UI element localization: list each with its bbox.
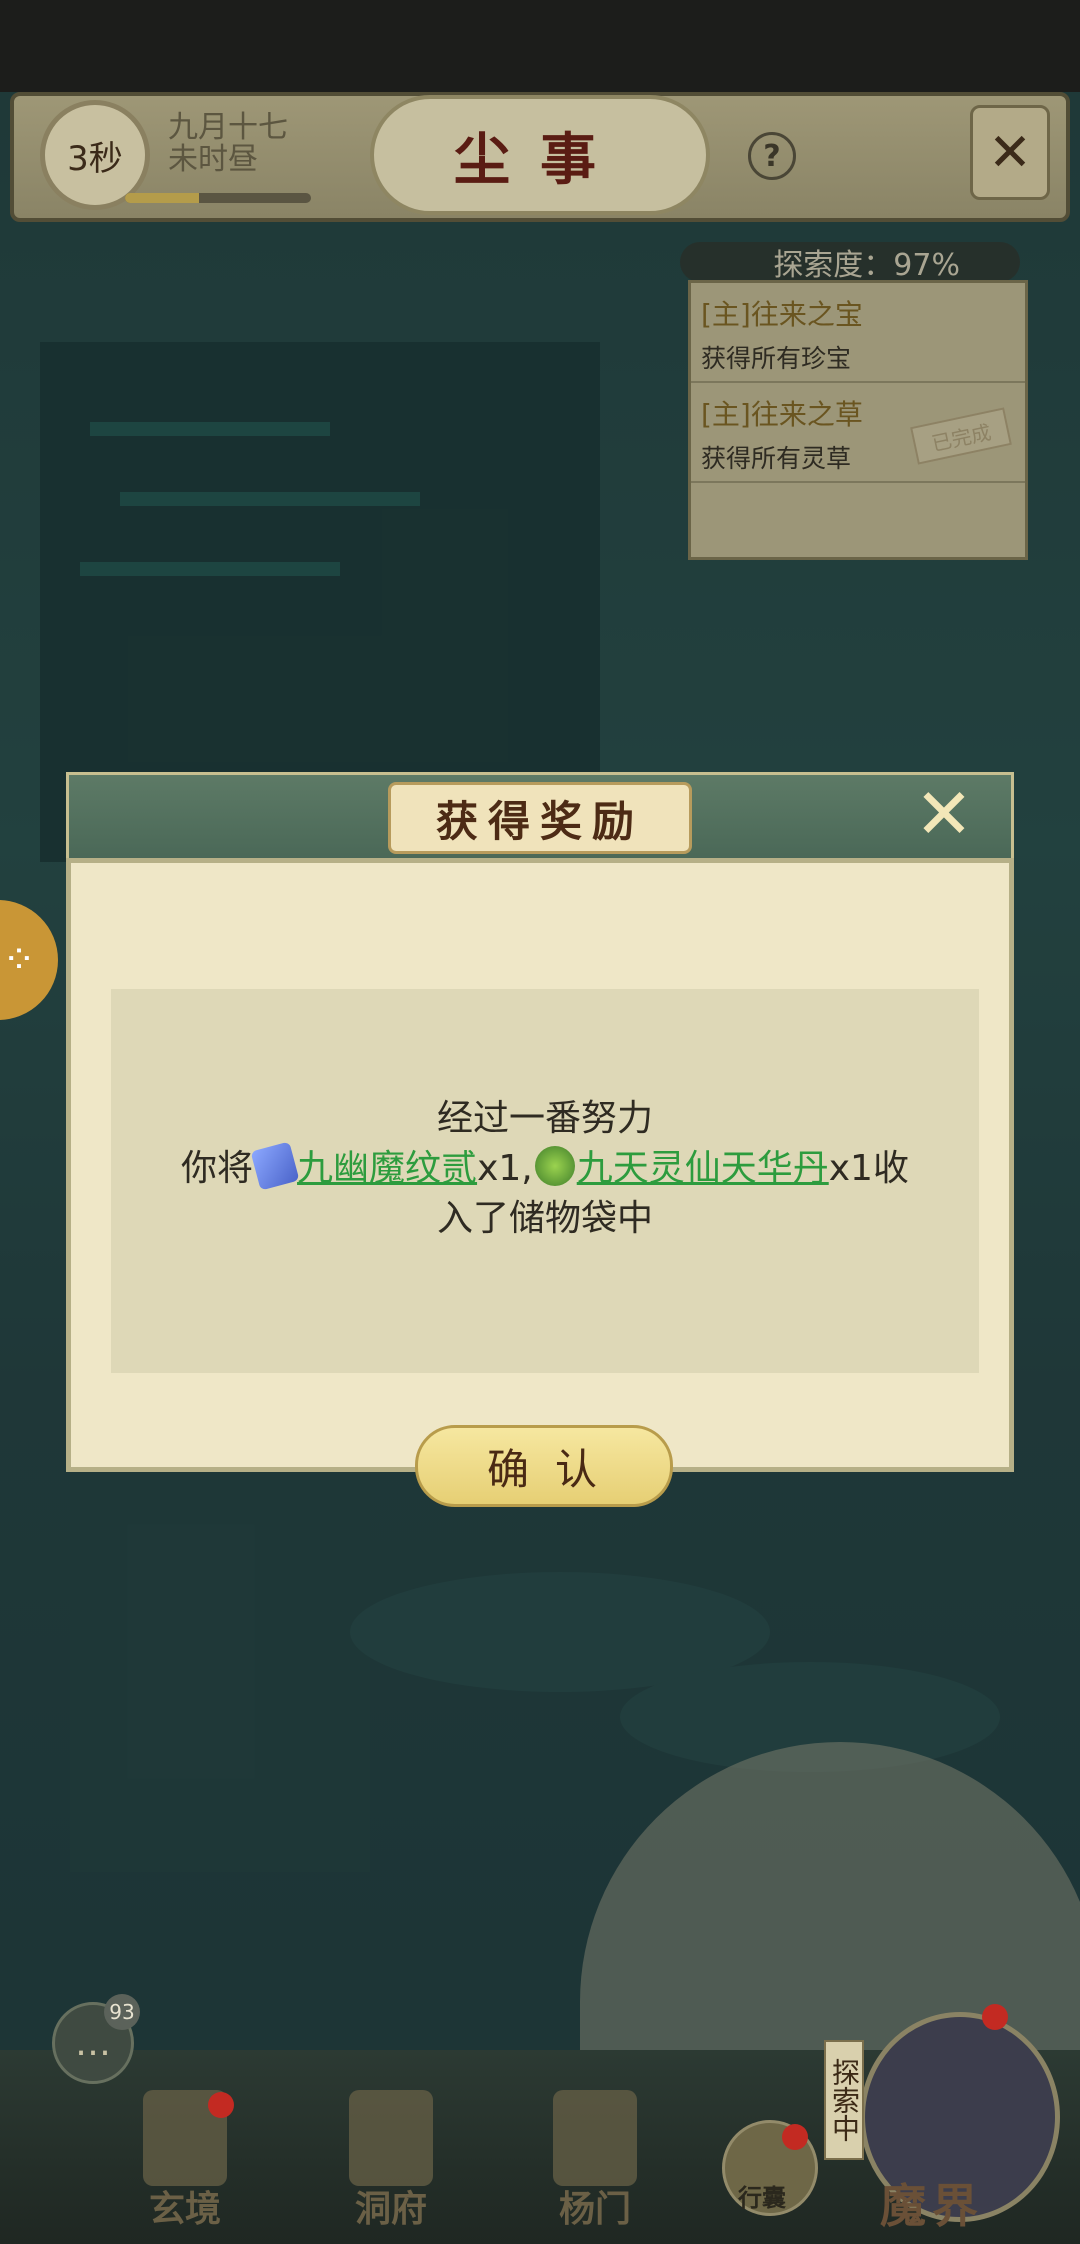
item-qty-2: x1收 [828, 1148, 909, 1189]
help-icon: ? [763, 138, 781, 174]
day-progress-bar [125, 193, 311, 203]
page-title: 尘事 [370, 95, 710, 215]
explore-progress[interactable]: 探索度：97% [680, 242, 1020, 283]
message-line-1: 经过一番努力 [436, 1098, 653, 1139]
close-icon[interactable]: ✕ [912, 779, 976, 849]
pill-icon [534, 1146, 575, 1186]
realm-label: 魔界 [880, 2179, 984, 2233]
confirm-button[interactable]: 确认 [415, 1425, 673, 1507]
item-link-1[interactable]: 九幽魔纹贰 [297, 1148, 477, 1189]
crossed-swords-icon: ✕ [988, 122, 1032, 183]
date-line-1: 九月十七 [168, 110, 288, 145]
pavilion-nav-icon [349, 2090, 433, 2186]
chat-unread-badge: 93 [104, 1994, 140, 2030]
message-line-2: 你将 九幽魔纹贰x1, 九天灵仙天华丹x1收 [111, 1139, 979, 1191]
nav-label: 杨门 [558, 2188, 631, 2230]
explore-label: 探索度：97% [773, 248, 960, 283]
dialog-body: 经过一番努力 你将 九幽魔纹贰x1, 九天灵仙天华丹x1收 入了储物袋中 确认 [66, 858, 1014, 1507]
quest-panel: [主]往来之宝 获得所有珍宝 [主]往来之草 获得所有灵草 已完成 [688, 280, 1028, 560]
message-line-3: 入了储物袋中 [436, 1198, 653, 1239]
message-prefix: 你将 [181, 1148, 254, 1189]
help-button[interactable]: ? [748, 132, 796, 180]
banner-nav-icon [553, 2090, 637, 2186]
nav-label: 洞府 [354, 2188, 427, 2230]
bag-label: 行囊 [738, 2183, 786, 2212]
nav-item-dongfu[interactable]: 洞府 [326, 2090, 456, 2240]
paw-icon: ⁘ [2, 937, 36, 983]
page-title-text: 尘事 [454, 126, 626, 193]
notification-dot [982, 2004, 1008, 2030]
day-progress-fill [125, 193, 200, 203]
quest-desc: 获得所有珍宝 [701, 344, 852, 373]
confirm-label: 确认 [486, 1444, 623, 1494]
scroll-icon [250, 1141, 300, 1191]
quest-item[interactable]: [主]往来之宝 获得所有珍宝 [691, 283, 1025, 383]
quest-item[interactable]: [主]往来之草 获得所有灵草 已完成 [691, 383, 1025, 483]
status-bar-area [0, 0, 1080, 92]
date-line-2: 未时昼 [168, 142, 258, 177]
message-box: 经过一番努力 你将 九幽魔纹贰x1, 九天灵仙天华丹x1收 入了储物袋中 [111, 989, 979, 1373]
item-link-2[interactable]: 九天灵仙天华丹 [577, 1148, 829, 1189]
exploring-tag: 探索中 [824, 2040, 864, 2160]
quest-title: [主]往来之宝 [701, 298, 863, 331]
chat-bubble-icon: … [75, 2022, 111, 2064]
dialog-title: 获得奖励 [388, 782, 692, 854]
notification-dot [208, 2092, 234, 2118]
nav-label: 玄境 [148, 2188, 221, 2230]
exit-button[interactable]: ✕ [970, 105, 1050, 200]
item-qty-1: x1, [477, 1148, 533, 1189]
game-date: 九月十七 未时昼 [168, 112, 288, 176]
notification-dot [782, 2124, 808, 2150]
reward-dialog: 获得奖励 ✕ 经过一番努力 你将 九幽魔纹贰x1, 九天灵仙天华丹x1收 入了储物袋… [66, 772, 1014, 1507]
timer-label: 3秒 [67, 138, 123, 179]
dialog-title-text: 获得奖励 [435, 796, 644, 846]
nav-item-yangmen[interactable]: 杨门 [530, 2090, 660, 2240]
